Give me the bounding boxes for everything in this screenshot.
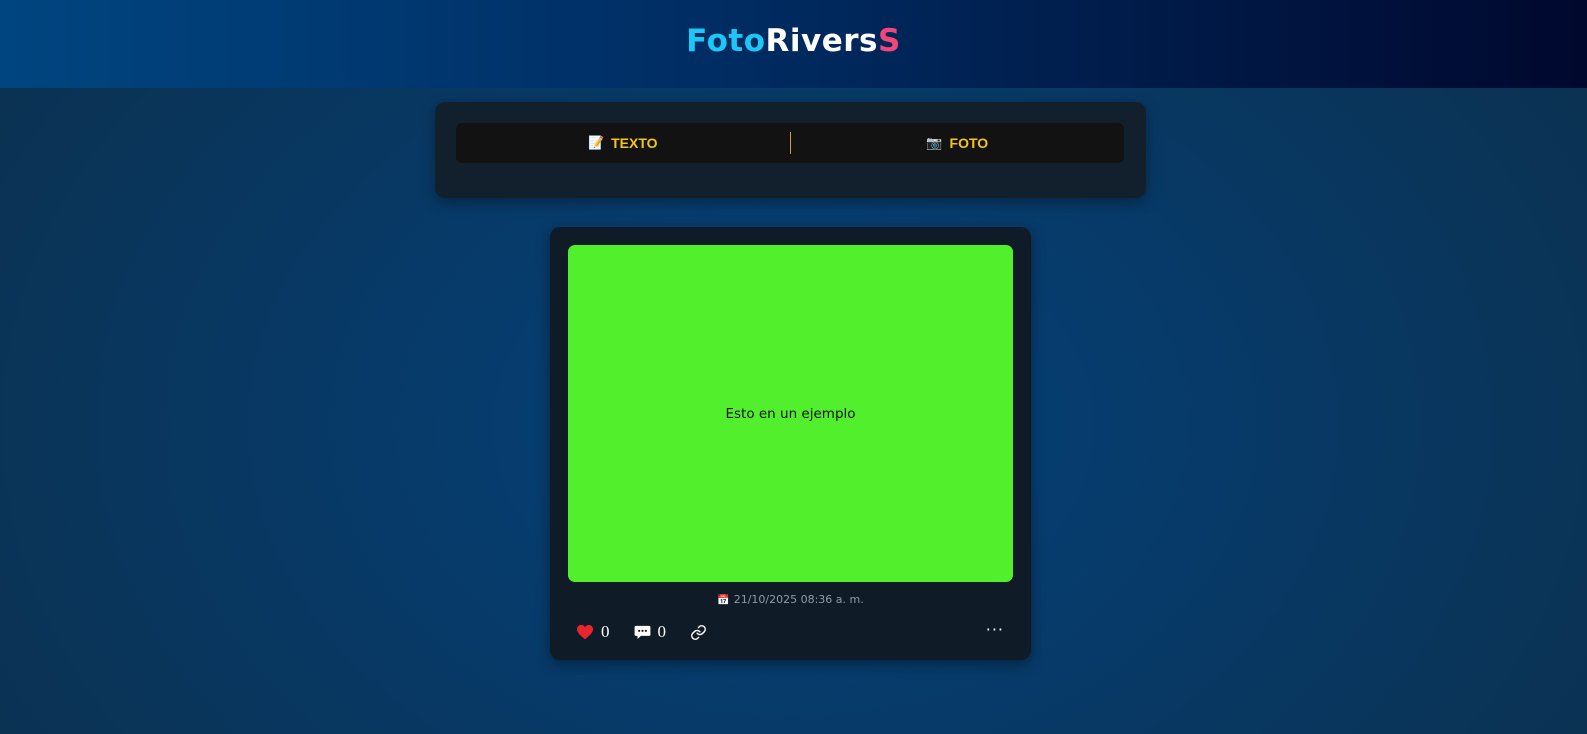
post-image[interactable]: Esto en un ejemplo [568,245,1013,582]
tab-foto[interactable]: 📷 FOTO [791,123,1125,163]
heart-icon [576,624,594,640]
composer-tabbar: 📝 TEXTO 📷 FOTO [456,123,1124,163]
post-actions: 0 0 ··· [576,620,1006,644]
like-count: 0 [601,622,610,641]
camera-icon: 📷 [926,135,943,150]
app-logo[interactable]: FotoRiversS [686,23,901,59]
app-header: FotoRiversS [0,0,1587,88]
like-button[interactable]: 0 [576,622,610,642]
post-image-text: Esto en un ejemplo [725,405,856,422]
link-icon [690,624,707,641]
share-link-button[interactable] [690,624,707,641]
more-options-button[interactable]: ··· [986,620,1004,639]
comment-count: 0 [657,622,667,641]
post-composer: 📝 TEXTO 📷 FOTO [435,102,1146,198]
logo-part-foto: Foto [686,23,766,59]
logo-part-rivers: Rivers [765,23,878,59]
post-date-text: 21/10/2025 08:36 a. m. [733,593,864,606]
tab-texto[interactable]: 📝 TEXTO [456,123,790,163]
post-card: Esto en un ejemplo 📅 21/10/2025 08:36 a. … [550,227,1031,660]
post-date: 📅 21/10/2025 08:36 a. m. [550,593,1031,606]
logo-part-s: S [877,23,901,59]
tab-texto-label: TEXTO [611,135,658,151]
tab-foto-label: FOTO [949,135,989,151]
comment-button[interactable]: 0 [634,622,667,642]
memo-icon: 📝 [587,135,605,150]
calendar-icon: 📅 [717,595,730,606]
comment-icon [634,625,651,640]
